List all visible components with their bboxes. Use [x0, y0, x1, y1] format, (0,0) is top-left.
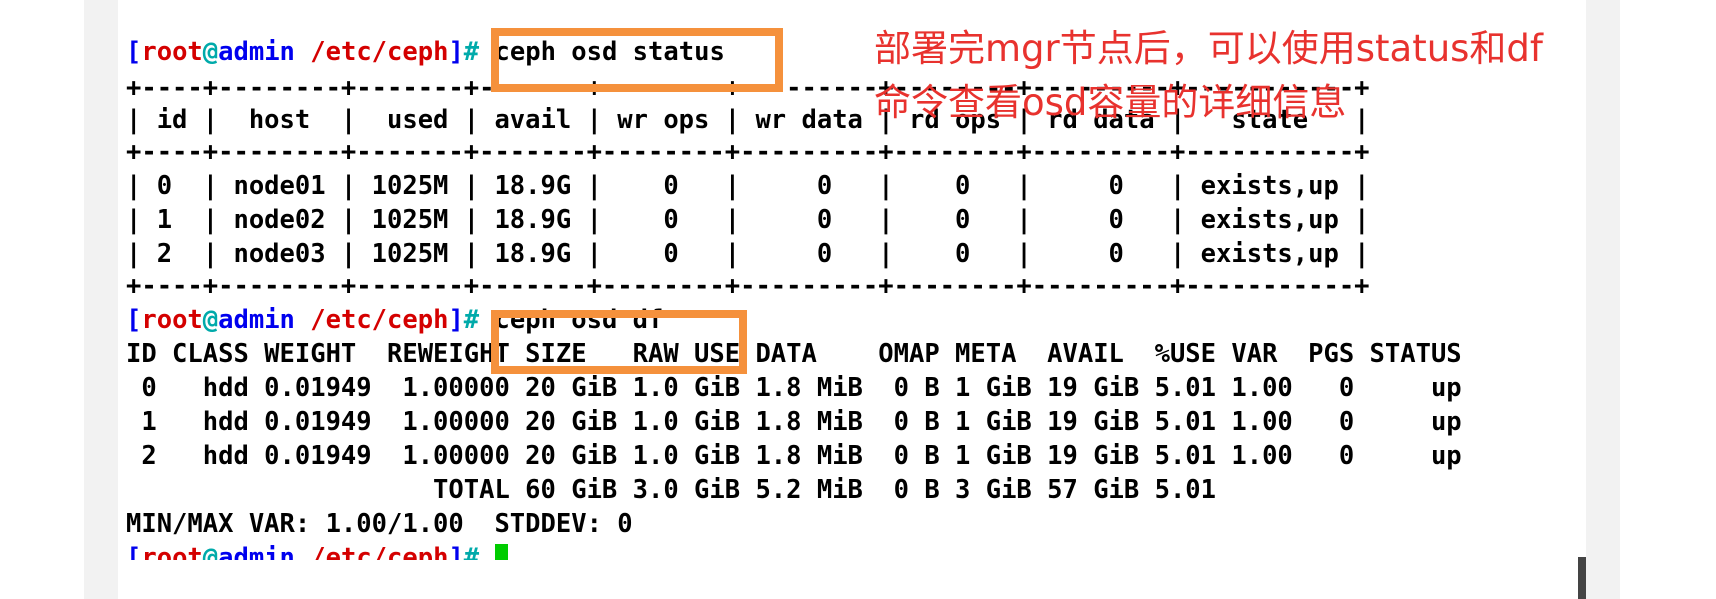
status-border-bottom: +----+--------+-------+-------+--------+… — [126, 271, 1370, 301]
terminal-left-margin — [84, 0, 118, 599]
annotation-line-2: 命令查看osd容量的详细信息 — [874, 81, 1347, 124]
prompt-line-next[interactable]: [root@admin /etc/ceph]# — [126, 540, 508, 560]
status-border-mid: +----+--------+-------+-------+--------+… — [126, 137, 1370, 167]
annotation-line-1: 部署完mgr节点后，可以使用status和df — [874, 27, 1543, 70]
terminal-cursor — [494, 544, 508, 560]
terminal-right-margin — [1586, 0, 1620, 599]
df-row-2: 2 hdd 0.01949 1.00000 20 GiB 1.0 GiB 1.8… — [126, 441, 1462, 471]
status-row-1: | 1 | node02 | 1025M | 18.9G | 0 | 0 | 0… — [126, 205, 1370, 235]
df-header: ID CLASS WEIGHT REWEIGHT SIZE RAW USE DA… — [126, 339, 1462, 369]
status-row-0: | 0 | node01 | 1025M | 18.9G | 0 | 0 | 0… — [126, 171, 1370, 201]
highlight-box-df — [491, 310, 747, 374]
highlight-box-status — [491, 28, 783, 92]
scrollbar-thumb[interactable] — [1578, 557, 1586, 599]
df-minmax: MIN/MAX VAR: 1.00/1.00 STDDEV: 0 — [126, 509, 633, 539]
df-total: TOTAL 60 GiB 3.0 GiB 5.2 MiB 0 B 3 GiB 5… — [126, 475, 1217, 505]
df-row-0: 0 hdd 0.01949 1.00000 20 GiB 1.0 GiB 1.8… — [126, 373, 1462, 403]
status-row-2: | 2 | node03 | 1025M | 18.9G | 0 | 0 | 0… — [126, 239, 1370, 269]
df-row-1: 1 hdd 0.01949 1.00000 20 GiB 1.0 GiB 1.8… — [126, 407, 1462, 437]
